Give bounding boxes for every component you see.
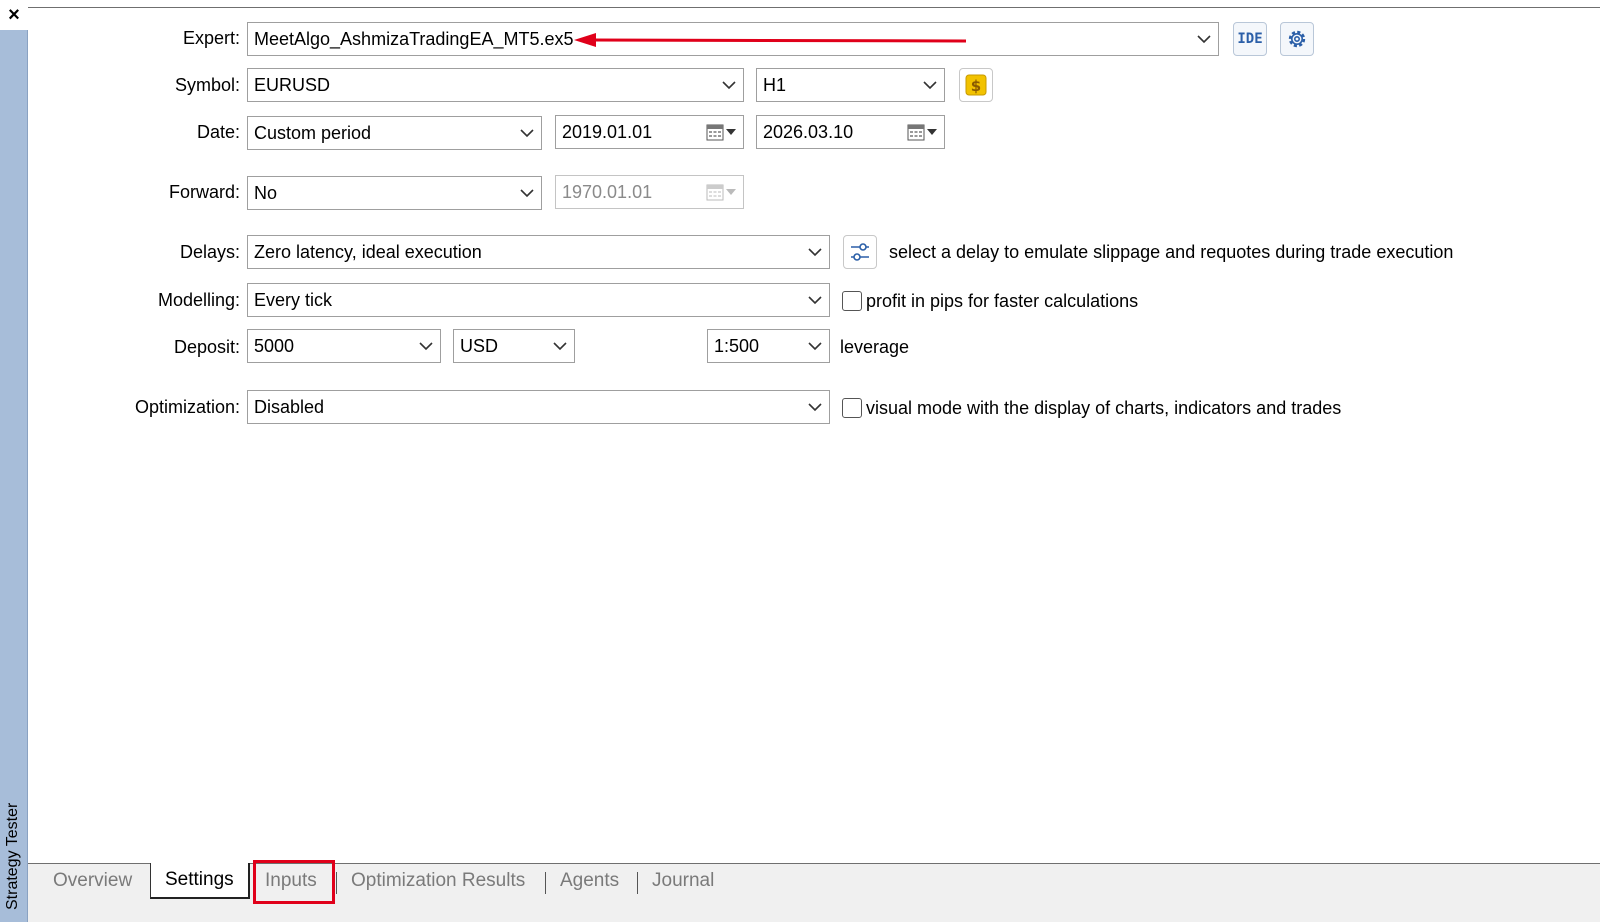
deposit-select[interactable]: 5000 <box>247 329 441 363</box>
gear-icon <box>1288 30 1306 48</box>
arrow-annotation-icon <box>574 33 967 47</box>
tab-separator <box>336 872 337 894</box>
visual-mode-label: visual mode with the display of charts, … <box>866 398 1342 418</box>
delay-settings-icon <box>851 243 869 261</box>
leverage-select[interactable]: 1:500 <box>707 329 830 363</box>
tab-settings[interactable]: Settings <box>150 863 250 899</box>
chevron-down-icon <box>715 69 743 101</box>
profit-in-pips-checkbox[interactable] <box>842 291 862 311</box>
forward-select[interactable]: No <box>247 176 542 210</box>
forward-label: Forward: <box>168 182 240 202</box>
leverage-value: 1:500 <box>714 335 760 356</box>
optimization-select[interactable]: Disabled <box>247 390 830 424</box>
chevron-down-icon <box>916 69 944 101</box>
chevron-down-icon <box>801 391 829 423</box>
modelling-select[interactable]: Every tick <box>247 283 830 317</box>
optimization-label: Optimization: <box>134 397 240 417</box>
close-icon[interactable]: × <box>0 0 28 30</box>
side-panel-title: Strategy Tester <box>4 802 21 910</box>
delays-value: Zero latency, ideal execution <box>254 241 482 262</box>
date-from-value: 2019.01.01 <box>562 121 653 142</box>
calendar-icon[interactable] <box>900 116 944 148</box>
date-label: Date: <box>196 122 240 142</box>
chevron-down-icon <box>412 330 440 362</box>
timeframe-value: H1 <box>763 74 787 95</box>
leverage-label: leverage <box>840 337 910 357</box>
timeframe-select[interactable]: H1 <box>756 68 945 102</box>
symbol-properties-button[interactable]: $ <box>959 68 993 102</box>
chevron-down-icon <box>513 177 541 209</box>
expert-settings-button[interactable] <box>1280 22 1314 56</box>
currency-select[interactable]: USD <box>453 329 575 363</box>
date-mode-value: Custom period <box>254 122 372 143</box>
tab-optimization-results[interactable]: Optimization Results <box>351 864 525 898</box>
tab-separator <box>637 872 638 894</box>
currency-value: USD <box>460 335 499 356</box>
ide-button-label: IDE <box>1237 31 1263 47</box>
date-to-value: 2026.03.10 <box>763 121 854 142</box>
symbol-value: EURUSD <box>254 74 331 95</box>
deposit-label: Deposit: <box>173 337 240 357</box>
delays-label: Delays: <box>179 242 240 262</box>
delays-hint: select a delay to emulate slippage and r… <box>889 242 1454 262</box>
delay-settings-button[interactable] <box>843 235 877 269</box>
modelling-label: Modelling: <box>157 290 240 310</box>
forward-value: No <box>254 182 278 203</box>
tab-agents[interactable]: Agents <box>560 864 619 898</box>
ide-button[interactable]: IDE <box>1233 22 1267 56</box>
expert-label: Expert: <box>182 28 240 48</box>
visual-mode-checkbox[interactable] <box>842 398 862 418</box>
deposit-value: 5000 <box>254 335 295 356</box>
svg-text:$: $ <box>971 77 981 95</box>
strategy-tester-side-panel: × Strategy Tester <box>0 0 28 922</box>
inputs-tab-highlight <box>253 860 335 904</box>
date-from-picker[interactable]: 2019.01.01 <box>555 115 744 149</box>
symbol-label: Symbol: <box>174 75 240 95</box>
dollar-coin-icon: $ <box>965 74 987 96</box>
optimization-value: Disabled <box>254 396 325 417</box>
chevron-down-icon <box>801 330 829 362</box>
profit-in-pips-label: profit in pips for faster calculations <box>866 291 1139 311</box>
tab-overview[interactable]: Overview <box>53 864 132 898</box>
chevron-down-icon <box>546 330 574 362</box>
chevron-down-icon <box>801 284 829 316</box>
chevron-down-icon <box>513 117 541 149</box>
calendar-icon <box>699 176 743 208</box>
chevron-down-icon <box>1190 23 1218 55</box>
tab-journal[interactable]: Journal <box>652 864 714 898</box>
tab-separator <box>545 872 546 894</box>
modelling-value: Every tick <box>254 289 333 310</box>
date-mode-select[interactable]: Custom period <box>247 116 542 150</box>
forward-date-value: 1970.01.01 <box>562 181 653 202</box>
forward-date-picker: 1970.01.01 <box>555 175 744 209</box>
symbol-select[interactable]: EURUSD <box>247 68 744 102</box>
delays-select[interactable]: Zero latency, ideal execution <box>247 235 830 269</box>
top-divider <box>28 7 1600 8</box>
side-panel-title-wrap: Strategy Tester <box>4 770 24 910</box>
chevron-down-icon <box>801 236 829 268</box>
calendar-icon[interactable] <box>699 116 743 148</box>
date-to-picker[interactable]: 2026.03.10 <box>756 115 945 149</box>
